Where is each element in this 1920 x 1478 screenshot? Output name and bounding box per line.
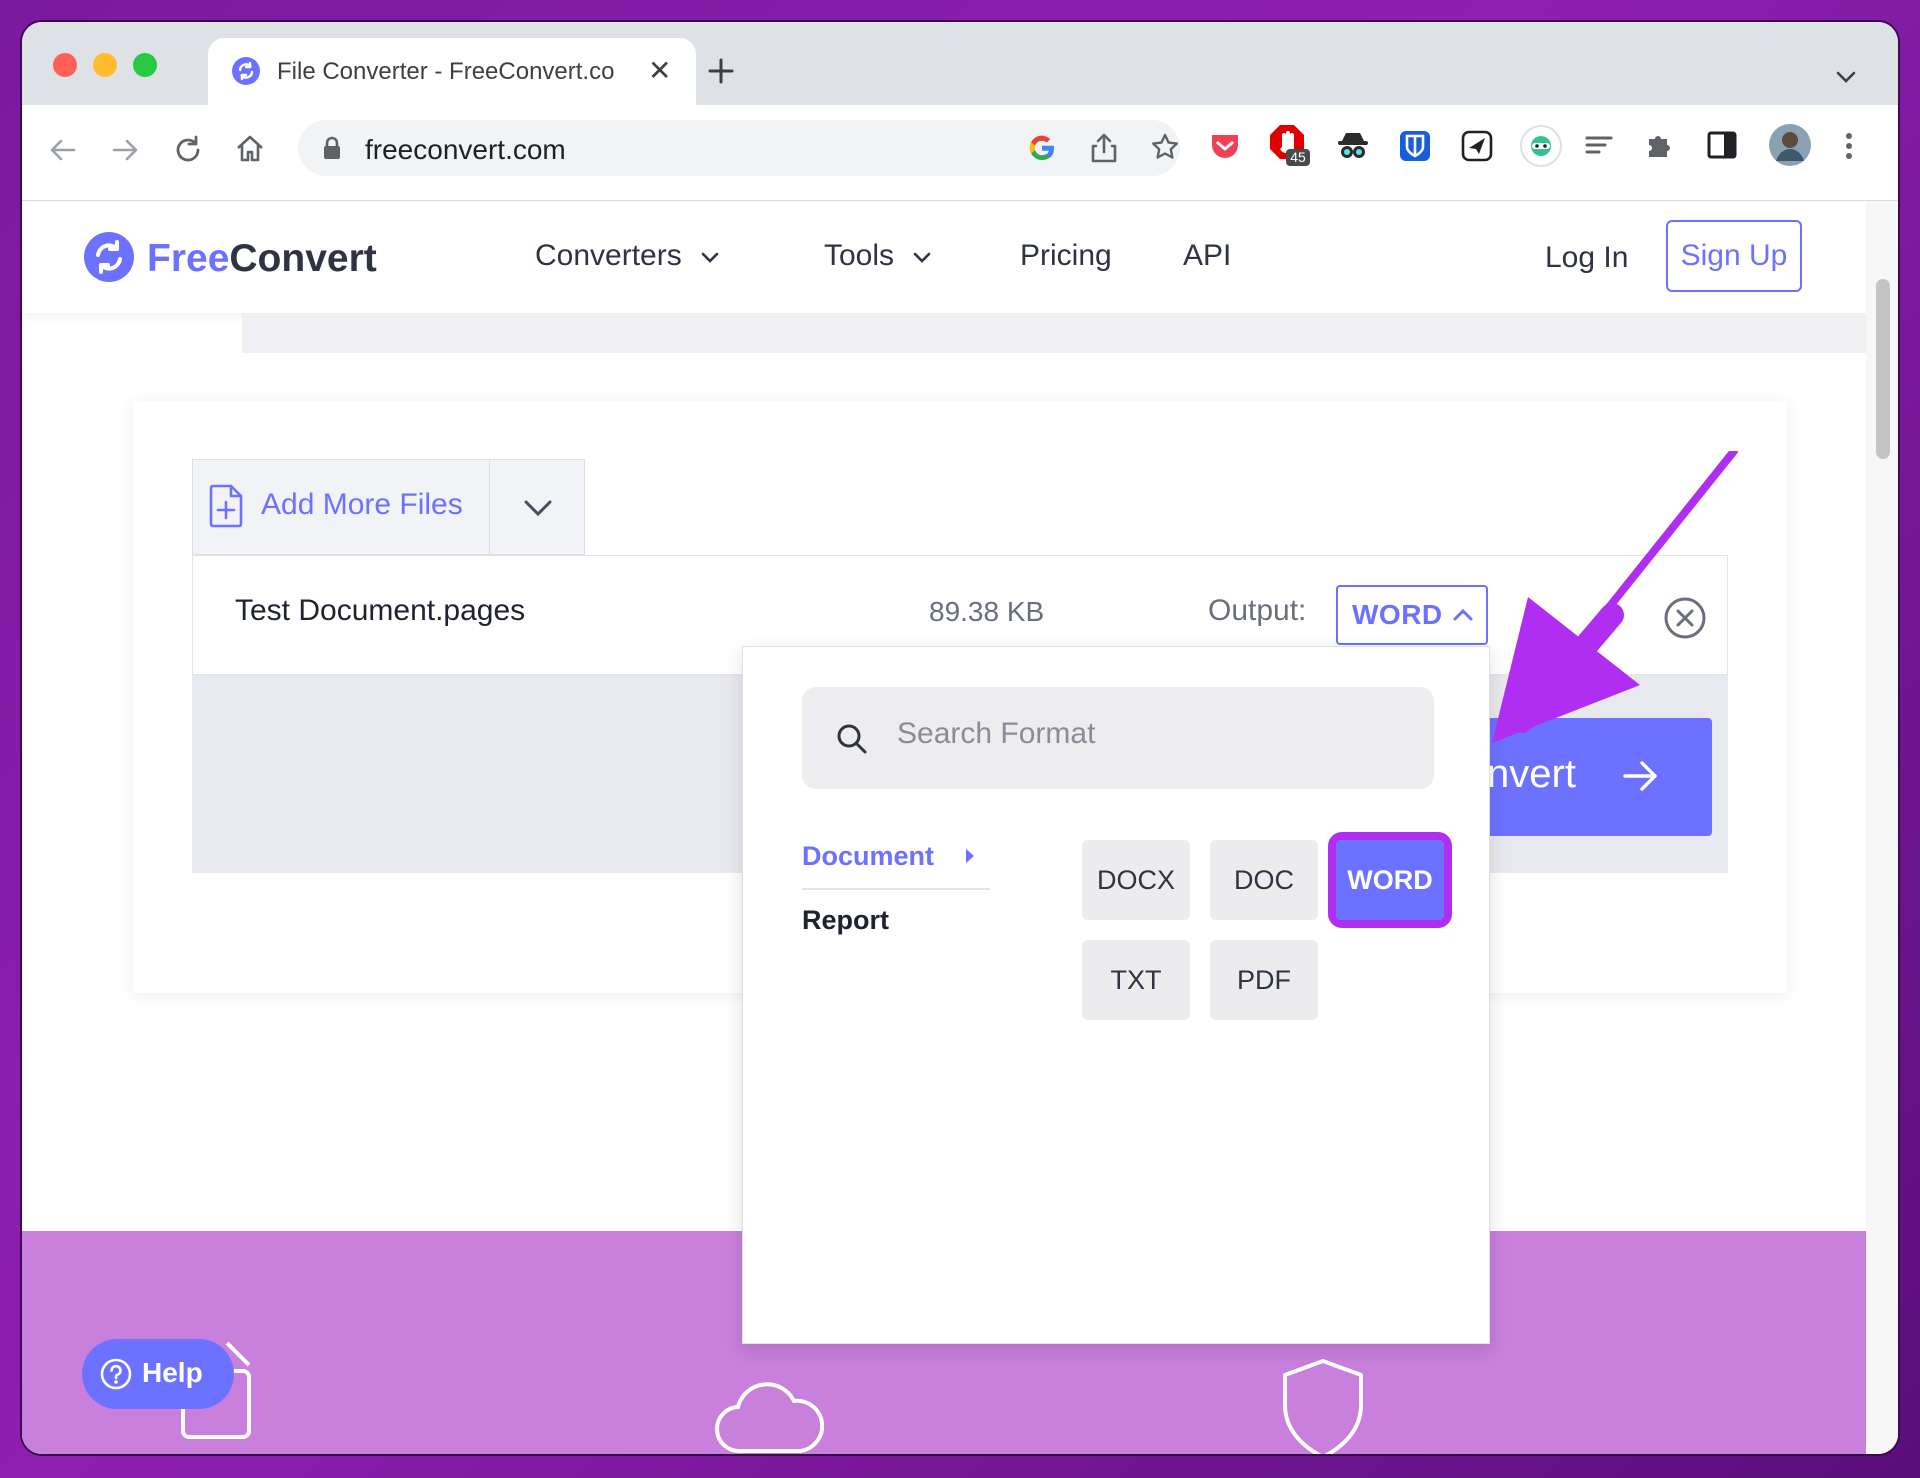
output-format-value: WORD xyxy=(1352,599,1443,630)
ninja-extension-icon[interactable] xyxy=(1518,123,1564,174)
category-divider xyxy=(802,888,990,890)
search-icon xyxy=(836,723,868,760)
file-name: Test Document.pages xyxy=(235,594,526,627)
nav-pricing[interactable]: Pricing xyxy=(1020,239,1112,273)
arrow-right-icon xyxy=(1622,758,1660,804)
freeconvert-logo-icon[interactable] xyxy=(83,231,135,288)
scrollbar-thumb[interactable] xyxy=(1876,279,1890,459)
signup-button[interactable]: Sign Up xyxy=(1666,220,1802,292)
help-label: Help xyxy=(142,1357,203,1388)
nav-api[interactable]: API xyxy=(1183,239,1231,273)
adblock-icon[interactable]: 45 xyxy=(1270,123,1312,172)
shield-outline-icon xyxy=(1280,1357,1366,1454)
google-lens-icon[interactable] xyxy=(1026,132,1058,169)
promo-strip xyxy=(242,313,1866,353)
browser-window: File Converter - FreeConvert.co ✕ freeco… xyxy=(22,22,1898,1454)
caret-right-icon xyxy=(965,849,974,863)
minimize-window-button[interactable] xyxy=(93,53,117,77)
search-format-input[interactable]: Search Format xyxy=(802,687,1434,789)
format-dropdown: Search Format Document Report DOCX DOC W… xyxy=(742,646,1490,1344)
question-circle-icon xyxy=(100,1358,132,1397)
forward-icon[interactable] xyxy=(110,135,140,170)
format-option-doc[interactable]: DOC xyxy=(1210,840,1318,920)
close-window-button[interactable] xyxy=(53,53,77,77)
site-header: FreeConvert Converters Tools Pricing API… xyxy=(22,201,1866,313)
bitwarden-icon[interactable] xyxy=(1398,129,1432,168)
format-option-pdf[interactable]: PDF xyxy=(1210,940,1318,1020)
add-file-icon xyxy=(209,484,243,533)
web-page: FreeConvert Converters Tools Pricing API… xyxy=(22,201,1898,1454)
spy-extension-icon[interactable] xyxy=(1336,129,1370,168)
browser-menu-icon[interactable] xyxy=(1844,131,1854,166)
annotation-arrow-icon xyxy=(1462,447,1752,756)
new-tab-icon[interactable] xyxy=(708,58,734,89)
file-size: 89.38 KB xyxy=(929,596,1045,627)
address-bar[interactable]: freeconvert.com xyxy=(298,120,1180,176)
tab-strip: File Converter - FreeConvert.co ✕ xyxy=(22,22,1898,105)
category-document[interactable]: Document xyxy=(802,841,976,872)
browser-toolbar: freeconvert.com 45 xyxy=(22,105,1898,201)
tab-close-icon[interactable]: ✕ xyxy=(648,54,671,87)
lock-icon[interactable] xyxy=(322,136,342,165)
freeconvert-favicon-icon xyxy=(231,56,261,91)
send-extension-icon[interactable] xyxy=(1460,129,1494,168)
back-icon[interactable] xyxy=(48,135,78,170)
page-scrollbar[interactable] xyxy=(1866,201,1898,1454)
pocket-icon[interactable] xyxy=(1208,129,1242,168)
reading-list-icon[interactable] xyxy=(1584,131,1614,166)
convert-label: nvert xyxy=(1487,752,1576,796)
extension-badge-count: 45 xyxy=(1290,149,1306,165)
help-button[interactable]: Help xyxy=(82,1339,234,1409)
profile-avatar[interactable] xyxy=(1768,123,1812,172)
tab-title: File Converter - FreeConvert.co xyxy=(277,58,615,85)
site-logo[interactable]: FreeConvert xyxy=(147,237,377,281)
chevron-down-icon xyxy=(914,252,931,263)
maximize-window-button[interactable] xyxy=(133,53,157,77)
nav-tools[interactable]: Tools xyxy=(824,239,932,273)
tab-search-chevron-icon[interactable] xyxy=(1836,70,1856,89)
add-more-files-button[interactable]: Add More Files xyxy=(192,459,585,556)
login-link[interactable]: Log In xyxy=(1545,241,1628,275)
split-divider xyxy=(489,460,490,556)
share-icon[interactable] xyxy=(1090,132,1118,169)
side-panel-icon[interactable] xyxy=(1706,129,1738,166)
home-icon[interactable] xyxy=(234,133,266,170)
url-text: freeconvert.com xyxy=(365,134,566,165)
bookmark-star-icon[interactable] xyxy=(1150,132,1180,167)
add-more-files-label: Add More Files xyxy=(261,488,463,521)
chevron-down-icon xyxy=(701,252,719,263)
output-label: Output: xyxy=(1208,594,1307,627)
nav-converters[interactable]: Converters xyxy=(535,239,720,273)
category-report[interactable]: Report xyxy=(802,905,889,936)
add-files-dropdown-chevron-icon[interactable] xyxy=(523,498,553,523)
tab-freeconvert[interactable]: File Converter - FreeConvert.co ✕ xyxy=(208,38,696,105)
extensions-puzzle-icon[interactable] xyxy=(1644,129,1676,166)
cloud-outline-icon xyxy=(714,1371,825,1454)
format-option-txt[interactable]: TXT xyxy=(1082,940,1190,1020)
search-format-placeholder: Search Format xyxy=(897,717,1096,750)
reload-icon[interactable] xyxy=(172,134,204,171)
format-option-docx[interactable]: DOCX xyxy=(1082,840,1190,920)
format-option-word[interactable]: WORD xyxy=(1328,832,1452,928)
